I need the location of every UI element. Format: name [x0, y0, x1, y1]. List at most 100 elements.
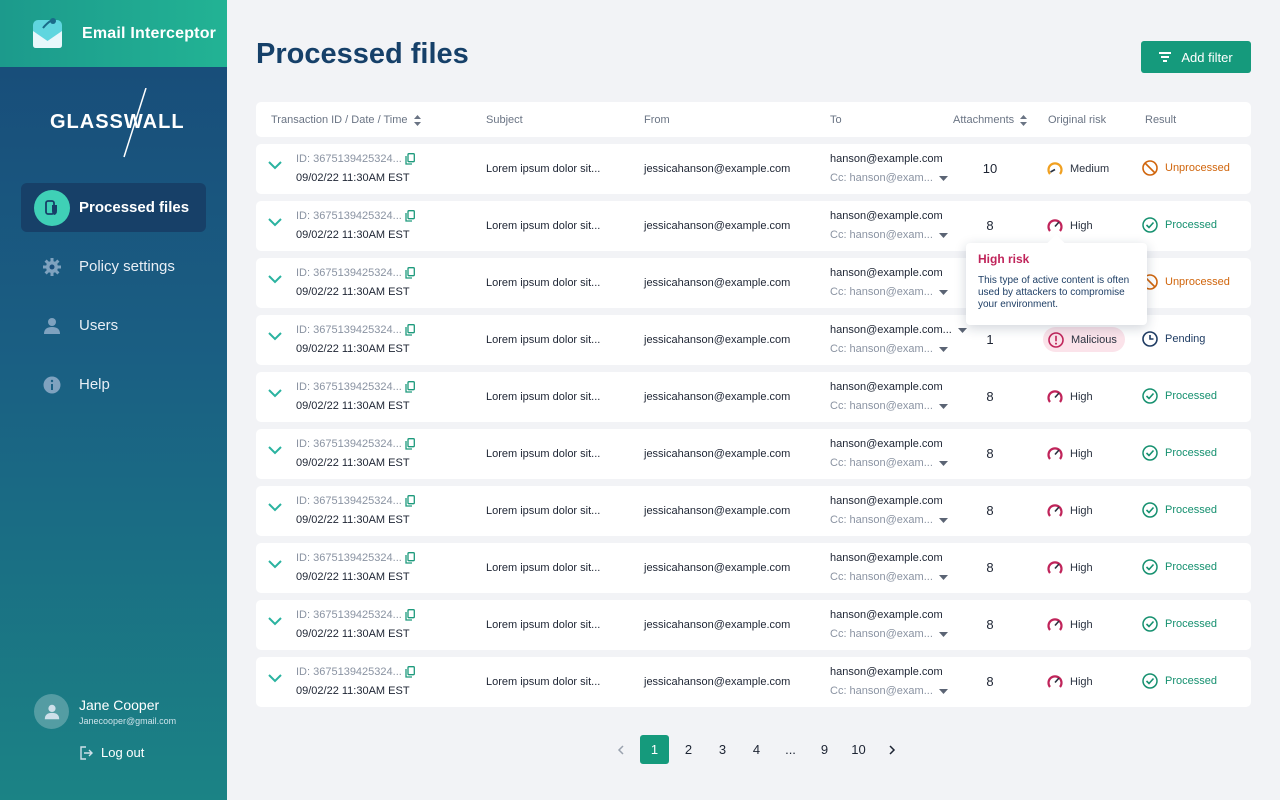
email-from: jessicahanson@example.com: [644, 676, 791, 688]
page-button[interactable]: 9: [810, 735, 839, 764]
table-row[interactable]: ID: 3675139425324... 09/02/22 11:30AM ES…: [256, 486, 1251, 536]
caret-down-icon[interactable]: [938, 289, 948, 295]
expand-row-button[interactable]: [268, 161, 282, 170]
caret-down-icon[interactable]: [938, 232, 948, 238]
email-cc-text: Cc: hanson@exam...: [830, 286, 933, 298]
sidebar: Email Interceptor GLASSWALL Processed fi…: [0, 0, 227, 800]
result-status: Processed: [1142, 616, 1217, 632]
caret-down-icon[interactable]: [938, 175, 948, 181]
expand-row-button[interactable]: [268, 389, 282, 398]
copy-icon[interactable]: [405, 381, 415, 393]
risk-badge[interactable]: High: [1047, 558, 1093, 578]
page-button[interactable]: 2: [674, 735, 703, 764]
logout-link[interactable]: Log out: [79, 745, 144, 760]
copy-icon[interactable]: [405, 609, 415, 621]
page-button[interactable]: 10: [844, 735, 873, 764]
risk-badge[interactable]: High: [1047, 387, 1093, 407]
header-from: From: [644, 114, 670, 126]
expand-row-button[interactable]: [268, 503, 282, 512]
copy-icon[interactable]: [405, 210, 415, 222]
copy-icon[interactable]: [405, 324, 415, 336]
expand-row-button[interactable]: [268, 275, 282, 284]
transaction-date: 09/02/22 11:30AM EST: [296, 514, 410, 526]
table-row[interactable]: ID: 3675139425324... 09/02/22 11:30AM ES…: [256, 144, 1251, 194]
risk-label: High: [1070, 391, 1093, 403]
email-cc: Cc: hanson@exam...: [830, 457, 948, 469]
risk-badge[interactable]: High: [1047, 615, 1093, 635]
expand-row-button[interactable]: [268, 446, 282, 455]
page-title: Processed files: [256, 38, 469, 70]
table-row[interactable]: ID: 3675139425324... 09/02/22 11:30AM ES…: [256, 429, 1251, 479]
header-transaction[interactable]: Transaction ID / Date / Time: [271, 114, 421, 126]
caret-down-icon[interactable]: [938, 688, 948, 694]
email-to-text: hanson@example.com: [830, 609, 943, 621]
expand-row-button[interactable]: [268, 218, 282, 227]
email-to: hanson@example.com: [830, 495, 943, 507]
sidebar-item-policy-settings[interactable]: Policy settings: [21, 242, 206, 291]
copy-icon[interactable]: [405, 438, 415, 450]
transaction-id-text: ID: 3675139425324...: [296, 666, 402, 678]
gear-icon: [34, 249, 70, 285]
expand-row-button[interactable]: [268, 560, 282, 569]
table-row[interactable]: ID: 3675139425324... 09/02/22 11:30AM ES…: [256, 372, 1251, 422]
expand-row-button[interactable]: [268, 617, 282, 626]
risk-label: High: [1070, 676, 1093, 688]
page-button[interactable]: 3: [708, 735, 737, 764]
caret-down-icon[interactable]: [938, 460, 948, 466]
add-filter-button[interactable]: Add filter: [1141, 41, 1251, 73]
caret-down-icon[interactable]: [938, 346, 948, 352]
expand-row-button[interactable]: [268, 674, 282, 683]
copy-icon[interactable]: [405, 495, 415, 507]
caret-down-icon[interactable]: [938, 403, 948, 409]
table-row[interactable]: ID: 3675139425324... 09/02/22 11:30AM ES…: [256, 543, 1251, 593]
risk-badge[interactable]: Malicious: [1043, 327, 1125, 352]
caret-down-icon[interactable]: [938, 574, 948, 580]
copy-icon[interactable]: [405, 666, 415, 678]
caret-down-icon[interactable]: [938, 517, 948, 523]
check-circle-icon: [1142, 502, 1165, 518]
result-label: Unprocessed: [1165, 162, 1230, 174]
table-row[interactable]: ID: 3675139425324... 09/02/22 11:30AM ES…: [256, 657, 1251, 707]
sidebar-item-users[interactable]: Users: [21, 301, 206, 350]
attachment-count: 8: [986, 674, 994, 689]
page-button[interactable]: 4: [742, 735, 771, 764]
risk-badge[interactable]: Medium: [1047, 159, 1109, 179]
sidebar-item-processed-files[interactable]: Processed files: [21, 183, 206, 232]
chevron-down-icon: [268, 275, 282, 284]
sort-icon: [413, 114, 421, 126]
attachment-count: 8: [986, 389, 994, 404]
email-from: jessicahanson@example.com: [644, 277, 791, 289]
risk-badge[interactable]: High: [1047, 444, 1093, 464]
transaction-id: ID: 3675139425324...: [296, 267, 415, 279]
next-page-button[interactable]: [878, 735, 907, 764]
caret-down-icon[interactable]: [938, 631, 948, 637]
header-attachments[interactable]: Attachments: [953, 114, 1028, 126]
sidebar-item-label: Users: [79, 317, 119, 334]
prev-page-button[interactable]: [606, 735, 635, 764]
email-cc: Cc: hanson@exam...: [830, 229, 948, 241]
transaction-id-text: ID: 3675139425324...: [296, 495, 402, 507]
email-subject: Lorem ipsum dolor sit...: [486, 676, 601, 688]
user-email: Janecooper@gmail.com: [79, 716, 177, 726]
expand-row-button[interactable]: [268, 332, 282, 341]
risk-label: Medium: [1070, 163, 1110, 175]
sidebar-item-help[interactable]: Help: [21, 360, 206, 409]
risk-badge[interactable]: High: [1047, 672, 1093, 692]
sort-icon: [1020, 114, 1028, 126]
email-to-text: hanson@example.com: [830, 210, 943, 222]
copy-icon[interactable]: [405, 267, 415, 279]
caret-down-icon[interactable]: [957, 327, 967, 333]
copy-icon[interactable]: [405, 552, 415, 564]
header-label: Transaction ID / Date / Time: [271, 114, 408, 126]
attachment-count: 10: [982, 161, 998, 176]
high-risk-gauge-icon: [1047, 389, 1070, 405]
brand-bar: Email Interceptor: [0, 0, 227, 67]
email-from: jessicahanson@example.com: [644, 619, 791, 631]
page-button[interactable]: 1: [640, 735, 669, 764]
table-row[interactable]: ID: 3675139425324... 09/02/22 11:30AM ES…: [256, 600, 1251, 650]
risk-badge[interactable]: High: [1047, 216, 1093, 236]
risk-badge[interactable]: High: [1047, 501, 1093, 521]
copy-icon[interactable]: [405, 153, 415, 165]
email-cc-text: Cc: hanson@exam...: [830, 628, 933, 640]
email-subject: Lorem ipsum dolor sit...: [486, 619, 601, 631]
